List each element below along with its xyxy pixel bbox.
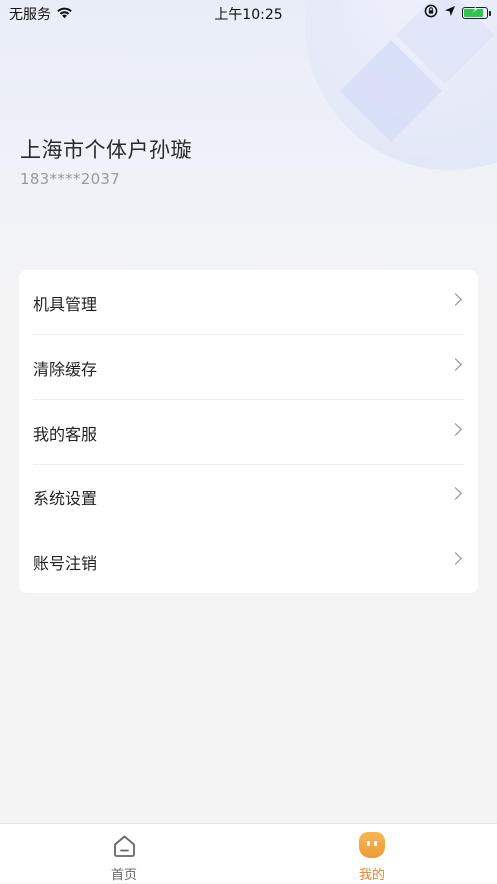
location-arrow-icon [444,5,456,21]
menu-item-customer-service[interactable]: 我的客服 [19,400,478,465]
home-icon [112,834,137,862]
menu-card: 机具管理 清除缓存 我的客服 系统设置 账号注销 [19,270,478,593]
menu-item-clear-cache[interactable]: 清除缓存 [19,335,478,400]
battery-charging-icon: ⚡ [462,5,491,19]
menu-item-label: 我的客服 [33,425,98,444]
chevron-right-icon [449,358,462,371]
bottom-tab-bar: 首页 我的 [0,823,497,883]
chevron-right-icon [449,423,462,436]
menu-item-delete-account[interactable]: 账号注销 [19,529,478,593]
tab-mine-label: 我的 [358,868,385,883]
menu-item-label: 清除缓存 [33,360,98,379]
status-bar: 无服务 上午10:25 ⚡ [0,0,497,26]
tab-home-label: 首页 [110,868,137,883]
user-phone: 183****2037 [20,170,121,188]
menu-item-label: 系统设置 [33,489,98,508]
chevron-right-icon [449,487,462,500]
menu-item-label: 机具管理 [33,295,98,314]
chevron-right-icon [449,293,462,306]
menu-item-label: 账号注销 [33,554,98,573]
status-right: ⚡ [424,4,491,22]
status-time: 上午10:25 [214,7,283,23]
chevron-right-icon [449,552,462,565]
orientation-lock-icon [424,4,438,22]
menu-item-device-management[interactable]: 机具管理 [19,270,478,335]
user-name: 上海市个体户孙璇 [20,138,192,162]
tab-home[interactable]: 首页 [0,824,248,884]
mine-face-icon [359,832,385,858]
menu-item-system-settings[interactable]: 系统设置 [19,464,478,529]
